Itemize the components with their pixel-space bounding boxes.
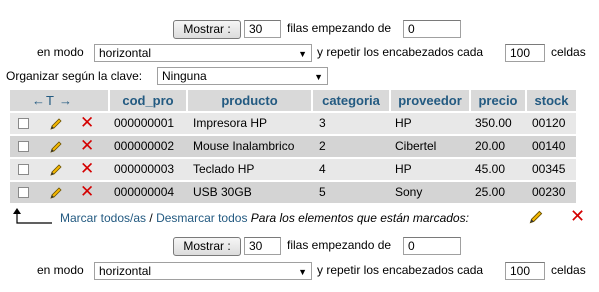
delete-icon[interactable]: ✕ [80,114,94,132]
column-header-stock[interactable]: stock [527,90,576,111]
rows-input-bottom[interactable]: 30 [244,237,281,255]
repeat-input-bottom[interactable]: 100 [505,262,545,280]
cell-proveedor: HP [395,162,412,176]
mode-select-top[interactable]: horizontal ▼ [94,44,312,62]
mode-label-top: en modo [37,45,84,59]
table-row: ✕ 000000003 Teclado HP 4 HP 45.00 00345 [10,159,576,180]
delete-icon[interactable]: ✕ [80,137,94,155]
cell-cod-pro: 000000003 [114,162,175,176]
chevron-down-icon: ▼ [298,49,307,59]
cell-proveedor: Sony [395,185,423,199]
column-divider-icon: T [46,93,54,108]
column-header-label: proveedor [398,93,462,108]
column-header-label: precio [478,93,518,108]
cell-producto: Teclado HP [193,162,255,176]
cell-stock: 00140 [532,139,566,153]
pencil-icon[interactable] [527,208,545,226]
table-row: ✕ 000000002 Mouse Inalambrico 2 Cibertel… [10,136,576,157]
sort-label: Organizar según la clave: [6,69,143,83]
cell-categoria: 3 [319,116,326,130]
cell-proveedor: Cibertel [395,139,437,153]
arrow-up-left-icon [13,208,52,224]
column-header-label: stock [534,93,569,108]
mode-label-bottom: en modo [37,263,84,277]
show-button-top[interactable]: Mostrar : [173,20,241,39]
cell-precio: 20.00 [475,139,506,153]
check-all-link[interactable]: Marcar todos/as [60,211,146,225]
column-header-proveedor[interactable]: proveedor [391,90,469,111]
table-row: ✕ 000000004 USB 30GB 5 Sony 25.00 00230 [10,182,576,203]
repeat-text-bottom: y repetir los encabezados cada [317,263,484,277]
row-checkbox[interactable] [18,118,29,129]
column-header-label: cod_pro [122,93,174,108]
column-header-label: producto [221,93,278,108]
start-input-bottom[interactable]: 0 [403,237,461,255]
cell-categoria: 5 [319,185,326,199]
link-separator: / [149,211,153,225]
bulk-actions-line: Marcar todos/as / Desmarcar todos Para l… [60,211,469,225]
mode-select-value: horizontal [99,46,152,60]
delete-icon[interactable]: ✕ [80,183,94,201]
mode-select-bottom[interactable]: horizontal ▼ [94,262,312,280]
row-checkbox[interactable] [18,141,29,152]
column-header-categoria[interactable]: categoria [313,90,389,111]
table-row: ✕ 000000001 Impresora HP 3 HP 350.00 001… [10,113,576,134]
mode-select-value: horizontal [99,264,152,278]
repeat-text-top: y repetir los encabezados cada [317,45,484,59]
rows-text-bottom: filas empezando de [287,238,392,252]
cell-precio: 45.00 [475,162,506,176]
arrow-right-icon[interactable]: → [59,90,72,111]
cell-producto: Mouse Inalambrico [193,139,295,153]
pencil-icon[interactable] [48,162,64,178]
delete-icon[interactable]: ✕ [80,160,94,178]
arrow-left-icon[interactable]: ← [32,90,45,111]
pencil-icon[interactable] [48,185,64,201]
cells-text-bottom: celdas [551,263,586,277]
rows-text-top: filas empezando de [287,21,392,35]
table-header-actions: ← T → [10,90,108,111]
cell-stock: 00345 [532,162,566,176]
cell-cod-pro: 000000001 [114,116,175,130]
cell-categoria: 4 [319,162,326,176]
column-header-label: categoria [322,93,380,108]
cells-text-top: celdas [551,45,586,59]
show-button-bottom[interactable]: Mostrar : [173,237,241,256]
uncheck-all-link[interactable]: Desmarcar todos [156,211,247,225]
cell-categoria: 2 [319,139,326,153]
repeat-input-top[interactable]: 100 [505,44,545,62]
cell-cod-pro: 000000004 [114,185,175,199]
sort-select-value: Ninguna [162,69,207,83]
cell-precio: 25.00 [475,185,506,199]
row-checkbox[interactable] [18,164,29,175]
column-header-precio[interactable]: precio [471,90,525,111]
delete-icon[interactable]: ✕ [570,207,585,225]
cell-stock: 00120 [532,116,566,130]
cell-producto: Impresora HP [193,116,268,130]
cell-producto: USB 30GB [193,185,252,199]
column-header-cod-pro[interactable]: cod_pro [110,90,186,111]
cell-proveedor: HP [395,116,412,130]
cell-cod-pro: 000000002 [114,139,175,153]
row-checkbox[interactable] [18,187,29,198]
marked-text: Para los elementos que están marcados: [250,211,469,225]
rows-input-top[interactable]: 30 [244,20,281,38]
chevron-down-icon: ▼ [298,267,307,277]
sort-select[interactable]: Ninguna ▼ [157,67,328,85]
cell-precio: 350.00 [475,116,512,130]
cell-stock: 00230 [532,185,566,199]
chevron-down-icon: ▼ [314,72,323,82]
pencil-icon[interactable] [48,116,64,132]
start-input-top[interactable]: 0 [403,20,461,38]
column-header-producto[interactable]: producto [188,90,311,111]
pencil-icon[interactable] [48,139,64,155]
